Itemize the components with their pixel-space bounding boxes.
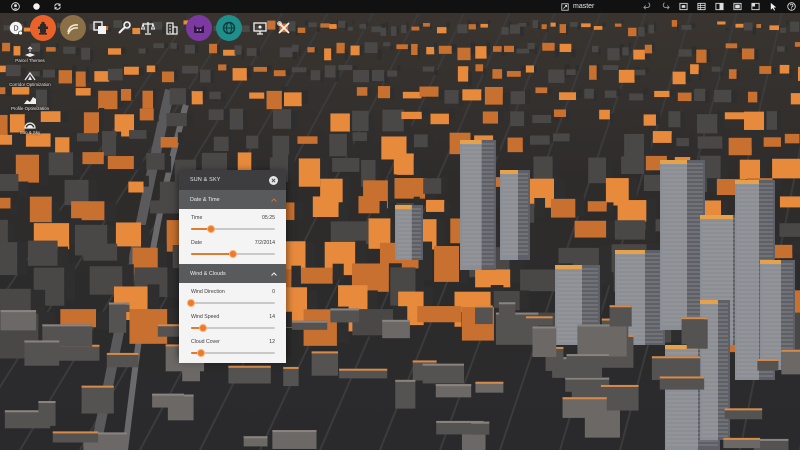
- slider-knob[interactable]: [197, 349, 206, 357]
- parcel-themes-tool[interactable]: Parcel Themes: [4, 46, 56, 70]
- branch-selector[interactable]: master: [561, 0, 594, 13]
- side-tool-label: Profile Optimization: [10, 106, 50, 111]
- presentation-icon[interactable]: [250, 15, 270, 41]
- property-value: 0: [272, 289, 275, 295]
- wind-direction-property: Wind Direction 0: [187, 287, 275, 312]
- table-icon[interactable]: [697, 2, 706, 11]
- cat-icon[interactable]: [186, 15, 212, 41]
- fire-hydrant-icon[interactable]: [30, 15, 56, 41]
- scales-icon[interactable]: [138, 15, 158, 41]
- property-label: Time: [191, 215, 203, 221]
- window-icon[interactable]: [733, 2, 742, 11]
- property-label: Cloud Cover: [191, 339, 220, 345]
- slider-knob[interactable]: [207, 225, 216, 233]
- cloud-cover-slider[interactable]: [191, 349, 275, 357]
- slider-knob[interactable]: [187, 299, 195, 307]
- user-icon[interactable]: [8, 0, 22, 13]
- building-icon[interactable]: [162, 15, 182, 41]
- parcel-themes-icon: [25, 46, 35, 57]
- property-label: Wind Speed: [191, 314, 220, 320]
- redo-icon[interactable]: [661, 2, 670, 11]
- pipeline-icon[interactable]: [60, 15, 86, 41]
- wind-speed-property: Wind Speed 14: [191, 312, 275, 337]
- analysis-tool-list: Parcel Themes Corridor Optimization Prof…: [4, 46, 56, 142]
- slider-knob[interactable]: [229, 250, 237, 258]
- time-slider[interactable]: [191, 225, 275, 233]
- profile-optimization-tool[interactable]: Profile Optimization: [4, 94, 56, 118]
- close-button[interactable]: [269, 175, 278, 185]
- dashboard-icon[interactable]: D: [6, 15, 26, 41]
- side-tool-label: Sun & Sky: [19, 130, 41, 135]
- profile-optimization-icon: [24, 97, 36, 104]
- wind-direction-slider[interactable]: [187, 299, 275, 307]
- main-toolbar: D: [6, 14, 294, 42]
- date-slider[interactable]: [191, 250, 275, 258]
- property-value: 05:25: [262, 215, 275, 221]
- section-title: Wind & Clouds: [190, 270, 226, 277]
- branch-label: master: [573, 3, 595, 10]
- chevron-up-icon: [271, 271, 277, 276]
- wind-speed-slider[interactable]: [191, 324, 275, 332]
- property-value: 7/2/2014: [254, 240, 275, 246]
- wind-clouds-section: Wind Direction 0 Wind Speed 14 Cloud Cov…: [179, 283, 286, 363]
- time-property: Time 05:25: [191, 213, 275, 238]
- property-value: 12: [269, 339, 275, 345]
- undo-icon[interactable]: [643, 2, 652, 11]
- property-label: Date: [191, 240, 202, 246]
- slider-track: [191, 302, 275, 304]
- wind-clouds-section-header[interactable]: Wind & Clouds: [179, 264, 286, 283]
- section-title: Date & Time: [190, 196, 220, 203]
- corridor-optimization-tool[interactable]: Corridor Optimization: [4, 70, 56, 94]
- chevron-up-icon: [271, 197, 277, 202]
- layers-icon[interactable]: [90, 15, 110, 41]
- close-icon: [271, 178, 276, 182]
- cursor-icon[interactable]: [769, 2, 778, 11]
- fullscreen-icon[interactable]: [751, 2, 760, 11]
- wrench-icon[interactable]: [114, 15, 134, 41]
- split-view-icon[interactable]: [715, 2, 724, 11]
- corridor-optimization-icon: [24, 71, 36, 81]
- help-icon[interactable]: [787, 2, 796, 11]
- tools-icon[interactable]: [274, 15, 294, 41]
- right-toolbar: [643, 0, 796, 13]
- cloud-cover-property: Cloud Cover 12: [191, 337, 275, 362]
- branch-icon: [561, 2, 569, 11]
- date-time-section-header[interactable]: Date & Time: [179, 190, 286, 209]
- property-value: 14: [269, 314, 275, 320]
- side-tool-label: Corridor Optimization: [9, 82, 51, 87]
- city-model: [0, 0, 800, 450]
- panel-title: SUN & SKY: [190, 177, 221, 183]
- panel-header: SUN & SKY: [179, 170, 286, 190]
- sync-icon[interactable]: [50, 0, 64, 13]
- gallery-icon[interactable]: [679, 2, 688, 11]
- globe-icon[interactable]: [216, 15, 242, 41]
- sun-and-sky-tool[interactable]: Sun & Sky: [4, 118, 56, 142]
- record-icon[interactable]: [29, 0, 43, 13]
- sun-and-sky-icon: [24, 122, 36, 129]
- property-label: Wind Direction: [191, 289, 225, 295]
- top-bar: master: [0, 0, 800, 13]
- slider-knob[interactable]: [198, 324, 207, 332]
- city-3d-viewport[interactable]: [0, 0, 800, 450]
- date-property: Date 7/2/2014: [191, 238, 275, 263]
- side-tool-label: Parcel Themes: [15, 58, 45, 63]
- sun-and-sky-panel: SUN & SKY Date & Time Time 05:25 Date 7/…: [179, 170, 286, 363]
- slider-fill: [191, 253, 233, 255]
- date-time-section: Time 05:25 Date 7/2/2014: [179, 209, 286, 264]
- svg-text:D: D: [13, 26, 18, 33]
